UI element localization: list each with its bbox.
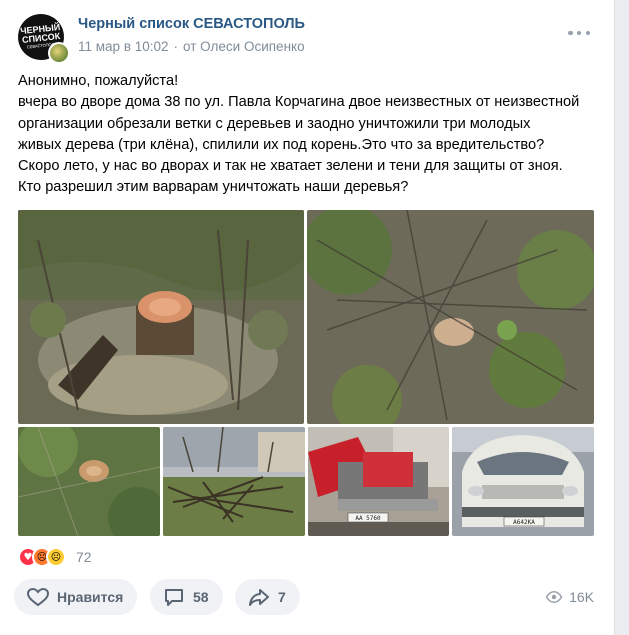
share-icon — [249, 589, 269, 606]
post-text-line: Скоро лето, у нас во дворах и так не хва… — [18, 158, 563, 175]
post-text-line: Анонимно, пожалуйста! — [18, 73, 179, 89]
tree-stump-grass-photo[interactable] — [307, 210, 594, 424]
trailer-plate: АА 5760 — [355, 515, 381, 522]
van-plate: А642КА — [513, 519, 535, 526]
heart-outline-icon — [26, 587, 50, 607]
reactions-count: 72 — [76, 549, 92, 565]
post-text-line: живых дерева (три клёна), спилили их под… — [18, 136, 545, 153]
comments-count: 58 — [193, 589, 209, 605]
comment-icon — [165, 589, 183, 606]
red-trailer-photo[interactable]: АА 5760 — [308, 427, 449, 536]
post-text-line: Кто разрешил этим варварам уничтожать на… — [18, 179, 409, 196]
cut-branches-photo[interactable] — [163, 427, 305, 536]
post-date[interactable]: 11 мар в 10:02 — [78, 39, 169, 54]
photo-grid: АА 5760 А642КА — [18, 210, 594, 536]
comment-button[interactable]: 58 — [150, 579, 223, 615]
tree-stump-photo[interactable] — [18, 210, 304, 424]
white-van-photo[interactable]: А642КА — [452, 427, 594, 536]
share-button[interactable]: 7 — [235, 579, 300, 615]
author-avatar[interactable] — [48, 42, 70, 64]
post-actions: Нравится 58 7 16K — [14, 579, 596, 615]
views-count: 16K — [569, 589, 594, 605]
post-header: ЧЕРНЫЙ СПИСОК СЕВАСТОПОЛЬ Черный список … — [15, 11, 596, 64]
small-stump-photo[interactable] — [18, 427, 160, 536]
post-meta: 11 мар в 10:02 · от Олеси Осипенко — [78, 39, 305, 54]
group-name-link[interactable]: Черный список СЕВАСТОПОЛЬ — [78, 16, 305, 32]
meta-separator: · — [173, 39, 179, 54]
views-counter: 16K — [545, 588, 594, 606]
post-text-line: вчера во дворе дома 38 по ул. Павла Корч… — [18, 94, 580, 111]
post-author[interactable]: от Олеси Осипенко — [183, 39, 305, 54]
like-label: Нравится — [57, 589, 124, 605]
post-text: Анонимно, пожалуйста! вчера во дворе дом… — [18, 71, 608, 199]
post-text-line: организации обрезали ветки с деревьев и … — [18, 115, 531, 132]
like-button[interactable]: Нравится — [14, 579, 138, 615]
reactions-bar[interactable]: ♥ ☹ ☹ 72 — [18, 546, 92, 568]
eye-icon — [545, 590, 563, 604]
sad-face-icon: ☹ — [46, 547, 66, 567]
more-options-icon[interactable] — [568, 28, 590, 38]
shares-count: 7 — [278, 589, 286, 605]
post-card: ЧЕРНЫЙ СПИСОК СЕВАСТОПОЛЬ Черный список … — [0, 0, 615, 635]
